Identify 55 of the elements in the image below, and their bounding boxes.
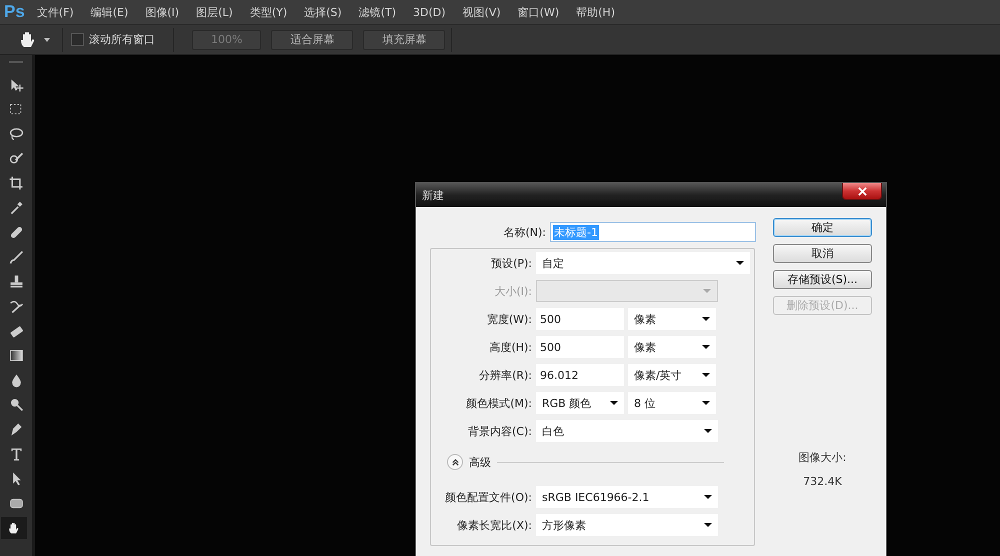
field-label: 颜色配置文件(O):	[444, 490, 533, 504]
caret-icon[interactable]	[44, 38, 50, 42]
menu-item[interactable]: 滤镜(T)	[358, 4, 396, 20]
menu-item[interactable]: 类型(Y)	[250, 4, 288, 20]
unit-dropdown[interactable]: 像素	[628, 308, 716, 330]
lasso-icon	[8, 126, 24, 143]
field-label: 分辨率(R):	[478, 368, 533, 382]
field-label: 宽度(W):	[486, 312, 533, 326]
dropdown[interactable]: 白色	[536, 420, 718, 442]
field-label: 颜色模式(M):	[465, 396, 533, 410]
unit-dropdown[interactable]: 像素/英寸	[628, 364, 716, 386]
collapse-button[interactable]	[447, 454, 463, 470]
field-label: 大小(I):	[493, 284, 533, 298]
menu-item[interactable]: 文件(F)	[36, 4, 74, 20]
stamp-icon	[8, 273, 24, 290]
image-size-label: 图像大小:	[798, 450, 846, 465]
field-label: 名称(N):	[502, 224, 547, 240]
crop-icon	[8, 174, 24, 192]
dialog-button[interactable]: 取消	[773, 244, 872, 263]
menu-item[interactable]: 图层(L)	[196, 4, 233, 20]
dialog-title: 新建	[422, 188, 444, 202]
dropdown[interactable]: RGB 颜色	[536, 392, 624, 414]
dropdown[interactable]: 方形像素	[536, 514, 718, 536]
field-label: 像素长宽比(X):	[456, 518, 533, 532]
section-label: 高级	[469, 454, 491, 470]
close-button[interactable]	[842, 183, 882, 200]
field-label: 预设(P):	[490, 256, 533, 270]
checkbox[interactable]	[71, 33, 84, 46]
dialog-button[interactable]: 确定	[773, 218, 872, 237]
field-label: 背景内容(C):	[467, 424, 533, 438]
field-label: 高度(H):	[488, 340, 533, 354]
brush-icon	[8, 248, 24, 266]
input-field[interactable]: 500	[536, 308, 624, 330]
double-chevron-icon	[450, 458, 460, 466]
input-field[interactable]: 500	[536, 336, 624, 358]
option-button[interactable]: 适合屏幕	[271, 30, 354, 50]
image-size-value: 732.4K	[803, 475, 842, 488]
dropdown[interactable]: 8 位	[628, 392, 716, 414]
close-icon	[858, 186, 866, 196]
unit-dropdown[interactable]: 像素	[628, 336, 716, 358]
menu-item[interactable]: 窗口(W)	[518, 4, 560, 20]
option-button[interactable]: 填充屏幕	[363, 30, 446, 50]
menu-item[interactable]: 选择(S)	[304, 4, 342, 20]
input-field[interactable]: 96.012	[536, 364, 624, 386]
dropdown[interactable]: sRGB IEC61966-2.1	[536, 486, 718, 508]
menu-item[interactable]: 3D(D)	[413, 6, 446, 18]
tool-button[interactable]	[1, 517, 27, 540]
menu-item[interactable]: 帮助(H)	[576, 4, 615, 20]
menu-item[interactable]: 图像(I)	[145, 4, 180, 20]
menu-item[interactable]: 编辑(E)	[90, 4, 128, 20]
dialog-button[interactable]: 存储预设(S)...	[773, 270, 872, 289]
menu-item[interactable]: 视图(V)	[462, 4, 501, 20]
checkbox-label: 滚动所有窗口	[89, 32, 155, 47]
preset-dropdown[interactable]: 自定	[536, 252, 750, 274]
app-logo[interactable]: Ps	[4, 2, 25, 22]
